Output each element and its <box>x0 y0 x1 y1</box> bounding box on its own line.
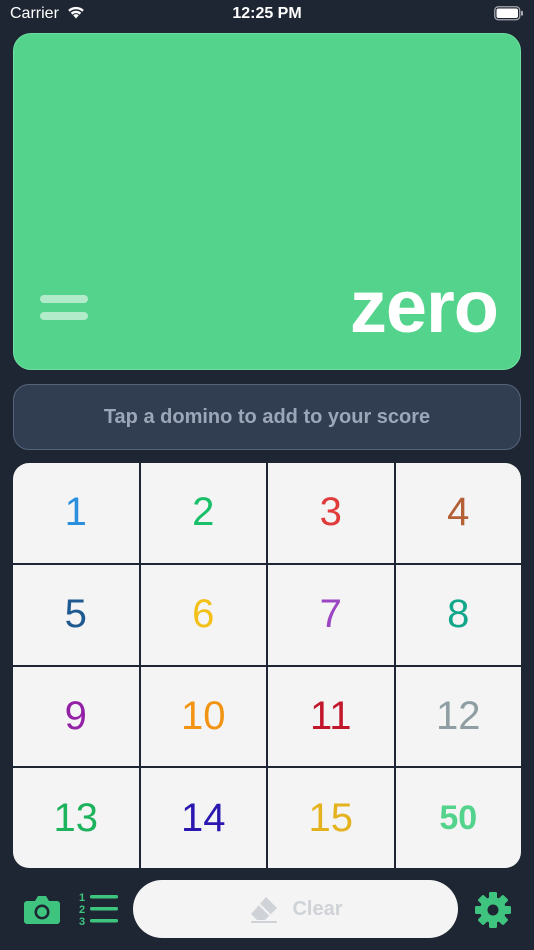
domino-key-13[interactable]: 13 <box>13 768 139 868</box>
bottom-toolbar: 1 2 3 Clear <box>0 872 534 950</box>
domino-key-10[interactable]: 10 <box>140 666 266 767</box>
domino-key-6[interactable]: 6 <box>140 564 266 665</box>
hint-banner: Tap a domino to add to your score <box>13 384 521 450</box>
menu-handle-icon[interactable] <box>40 292 88 326</box>
status-bar: Carrier 12:25 PM <box>0 0 534 30</box>
hint-text: Tap a domino to add to your score <box>103 405 431 428</box>
status-time: 12:25 PM <box>232 5 302 22</box>
svg-text:1: 1 <box>79 892 85 904</box>
domino-key-3[interactable]: 3 <box>268 463 394 563</box>
domino-key-8[interactable]: 8 <box>395 564 521 665</box>
score-value: zero <box>349 265 499 348</box>
svg-text:3: 3 <box>79 916 85 928</box>
eraser-icon <box>251 897 278 923</box>
camera-icon[interactable] <box>23 892 61 926</box>
domino-key-5[interactable]: 5 <box>13 564 139 665</box>
domino-key-9[interactable]: 9 <box>13 666 139 767</box>
svg-text:2: 2 <box>79 904 85 916</box>
score-card: zero <box>13 33 521 370</box>
domino-key-4[interactable]: 4 <box>395 463 521 563</box>
domino-key-14[interactable]: 14 <box>140 768 266 868</box>
clear-button[interactable]: Clear <box>133 880 458 938</box>
gear-icon[interactable] <box>474 891 512 929</box>
domino-key-7[interactable]: 7 <box>268 564 394 665</box>
clear-button-label: Clear <box>292 897 343 920</box>
numbered-list-icon[interactable]: 1 2 3 <box>78 890 120 928</box>
domino-key-50[interactable]: 50 <box>395 768 521 868</box>
domino-key-2[interactable]: 2 <box>140 463 266 563</box>
domino-key-11[interactable]: 11 <box>268 666 394 767</box>
battery-icon <box>494 6 523 21</box>
domino-key-12[interactable]: 12 <box>395 666 521 767</box>
domino-key-15[interactable]: 15 <box>268 768 394 868</box>
domino-key-1[interactable]: 1 <box>13 463 139 563</box>
domino-keypad: 1 2 3 4 5 6 7 8 9 10 11 12 13 14 15 50 <box>13 463 521 868</box>
